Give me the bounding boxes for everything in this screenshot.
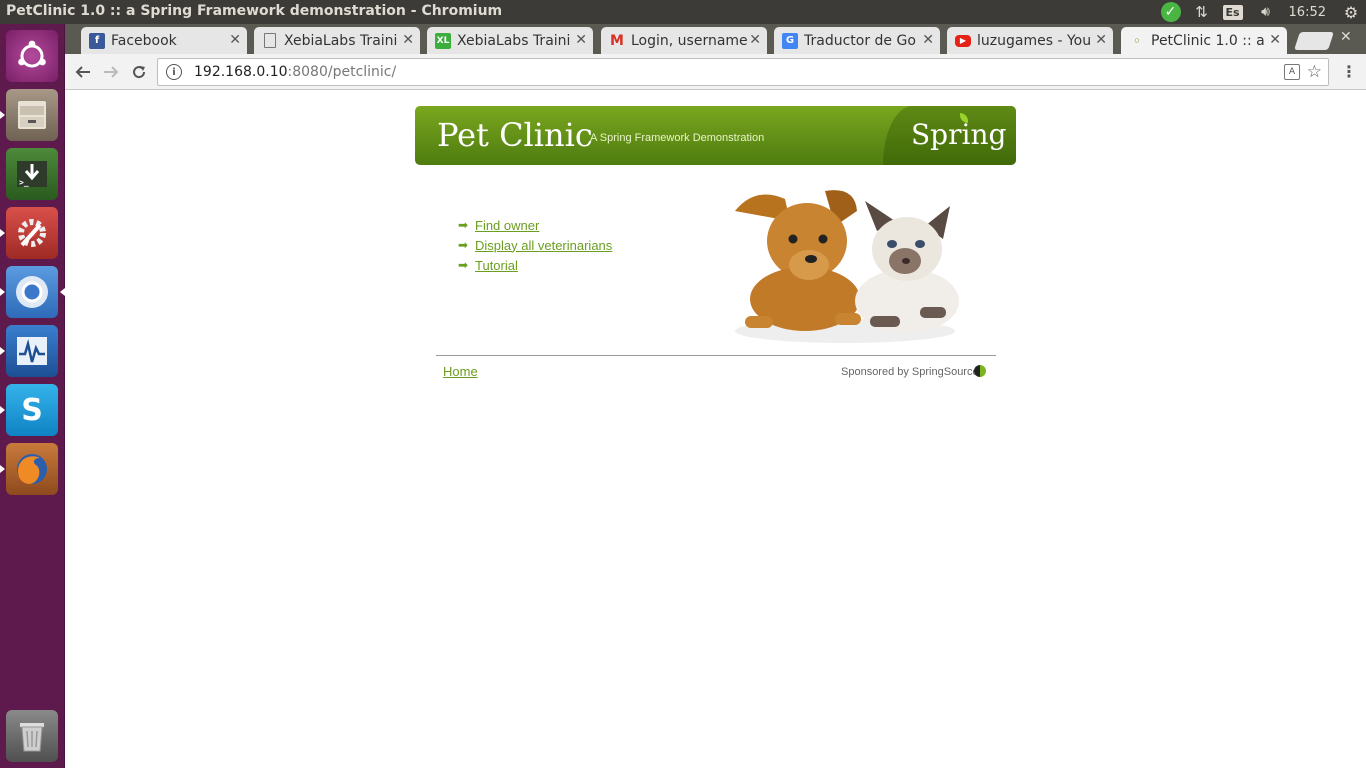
launcher: >_ S: [0, 24, 65, 768]
clock[interactable]: 16:52: [1289, 0, 1326, 24]
network-arrows-icon[interactable]: ⇅: [1193, 0, 1211, 24]
ubuntu-logo-icon[interactable]: [6, 30, 58, 82]
close-icon[interactable]: ✕: [402, 32, 414, 48]
banner-title: Pet Clinic: [437, 116, 593, 154]
keyboard-layout-label: Es: [1222, 4, 1243, 20]
tab-label: XebiaLabs Traini: [457, 32, 571, 49]
close-icon[interactable]: ✕: [229, 32, 241, 48]
close-icon[interactable]: ✕: [1095, 32, 1107, 48]
download-terminal-icon[interactable]: >_: [6, 148, 58, 200]
tab-petclinic[interactable]: ◦ PetClinic 1.0 :: a ✕: [1121, 27, 1287, 54]
heartbeat-monitor-icon[interactable]: [6, 325, 58, 377]
close-icon[interactable]: ✕: [575, 32, 587, 48]
chromium-icon[interactable]: [6, 266, 58, 318]
tab-label: XebiaLabs Traini: [284, 32, 398, 49]
facebook-icon: f: [89, 32, 105, 49]
tab-facebook[interactable]: f Facebook ✕: [81, 27, 247, 54]
arrow-right-icon: ➡: [458, 258, 469, 272]
tab-label: Traductor de Go: [804, 32, 916, 49]
reload-icon[interactable]: [128, 61, 150, 83]
tab-xebialabs-2[interactable]: XL XebiaLabs Traini ✕: [427, 27, 593, 54]
running-indicator: [0, 347, 5, 355]
petclinic-banner: Pet Clinic A Spring Framework Demonstrat…: [415, 106, 1016, 165]
tab-xebialabs-1[interactable]: XebiaLabs Traini ✕: [254, 27, 420, 54]
tab-gmail[interactable]: M Login, username ✕: [601, 27, 767, 54]
page-content: Pet Clinic A Spring Framework Demonstrat…: [65, 91, 1366, 768]
menu-item-find-owner: ➡ Find owner: [458, 215, 612, 235]
svg-text:>_: >_: [19, 178, 29, 187]
tab-google-translate[interactable]: G Traductor de Go ✕: [774, 27, 940, 54]
gmail-icon: M: [610, 32, 624, 49]
pets-image: [735, 190, 959, 343]
home-link[interactable]: Home: [443, 364, 478, 379]
address-bar[interactable]: i 192.168.0.10:8080/petclinic/ A ☆: [157, 58, 1329, 86]
xebialabs-icon: XL: [435, 32, 451, 49]
session-gear-icon[interactable]: ⚙: [1342, 0, 1360, 24]
wrench-gear-icon[interactable]: [6, 207, 58, 259]
main-menu: ➡ Find owner ➡ Display all veterinarians…: [458, 215, 612, 275]
back-arrow-icon[interactable]: [72, 61, 94, 83]
close-icon[interactable]: ✕: [1269, 32, 1281, 48]
bookmark-star-icon[interactable]: ☆: [1307, 62, 1322, 82]
skype-icon[interactable]: S: [6, 384, 58, 436]
running-indicator: [0, 229, 5, 237]
info-icon[interactable]: i: [166, 64, 182, 80]
running-indicator: [0, 288, 5, 296]
update-check-icon[interactable]: ✓: [1159, 0, 1183, 24]
springsource-logo-icon: [974, 365, 986, 377]
footer-divider: [436, 355, 996, 356]
close-icon[interactable]: ✕: [922, 32, 934, 48]
petclinic-icon: ◦: [1133, 33, 1141, 48]
new-tab-button[interactable]: [1294, 32, 1334, 50]
spring-brand-text: Spring: [911, 118, 1007, 151]
running-indicator: [0, 465, 5, 473]
menu-item-tutorial: ➡ Tutorial: [458, 255, 612, 275]
translate-icon[interactable]: A: [1284, 64, 1300, 80]
firefox-icon[interactable]: [6, 443, 58, 495]
document-icon: [264, 33, 276, 48]
keyboard-layout-indicator[interactable]: Es: [1222, 0, 1243, 24]
kebab-menu-icon[interactable]: ⋮: [1341, 62, 1357, 81]
browser-toolbar: i 192.168.0.10:8080/petclinic/ A ☆ ⋮: [65, 54, 1366, 90]
tab-strip: f Facebook ✕ XebiaLabs Traini ✕ XL Xebia…: [65, 24, 1366, 54]
sponsor-text: Sponsored by SpringSource: [841, 366, 979, 378]
tab-label: Login, username: [631, 32, 748, 49]
menu-item-veterinarians: ➡ Display all veterinarians: [458, 235, 612, 255]
close-icon[interactable]: ✕: [749, 32, 761, 48]
youtube-icon: ▶: [955, 34, 971, 47]
tab-label: PetClinic 1.0 :: a: [1151, 32, 1265, 49]
volume-icon[interactable]: 🔊︎: [1255, 0, 1277, 24]
trash-icon[interactable]: [6, 710, 58, 762]
window-close-icon[interactable]: ✕: [1340, 29, 1352, 45]
display-veterinarians-link[interactable]: Display all veterinarians: [475, 238, 612, 253]
indicator-area: ✓ ⇅ Es 🔊︎ 16:52 ⚙: [1159, 0, 1366, 24]
top-panel: PetClinic 1.0 :: a Spring Framework demo…: [0, 0, 1366, 24]
running-indicator: [0, 111, 5, 119]
banner-subtitle: A Spring Framework Demonstration: [590, 132, 765, 144]
tab-label: luzugames - You: [977, 32, 1092, 49]
window-title: PetClinic 1.0 :: a Spring Framework demo…: [6, 3, 503, 19]
running-indicator: [0, 406, 5, 414]
arrow-right-icon: ➡: [458, 238, 469, 252]
tab-label: Facebook: [111, 32, 177, 49]
url-path: :8080/petclinic/: [287, 64, 397, 80]
tutorial-link[interactable]: Tutorial: [475, 258, 518, 273]
arrow-right-icon: ➡: [458, 218, 469, 232]
file-cabinet-icon[interactable]: [6, 89, 58, 141]
google-translate-icon: G: [782, 32, 798, 49]
spring-logo: Spring: [883, 106, 1016, 165]
forward-arrow-icon[interactable]: [100, 61, 122, 83]
find-owner-link[interactable]: Find owner: [475, 218, 539, 233]
url-host: 192.168.0.10: [194, 64, 288, 80]
tab-youtube[interactable]: ▶ luzugames - You ✕: [947, 27, 1113, 54]
